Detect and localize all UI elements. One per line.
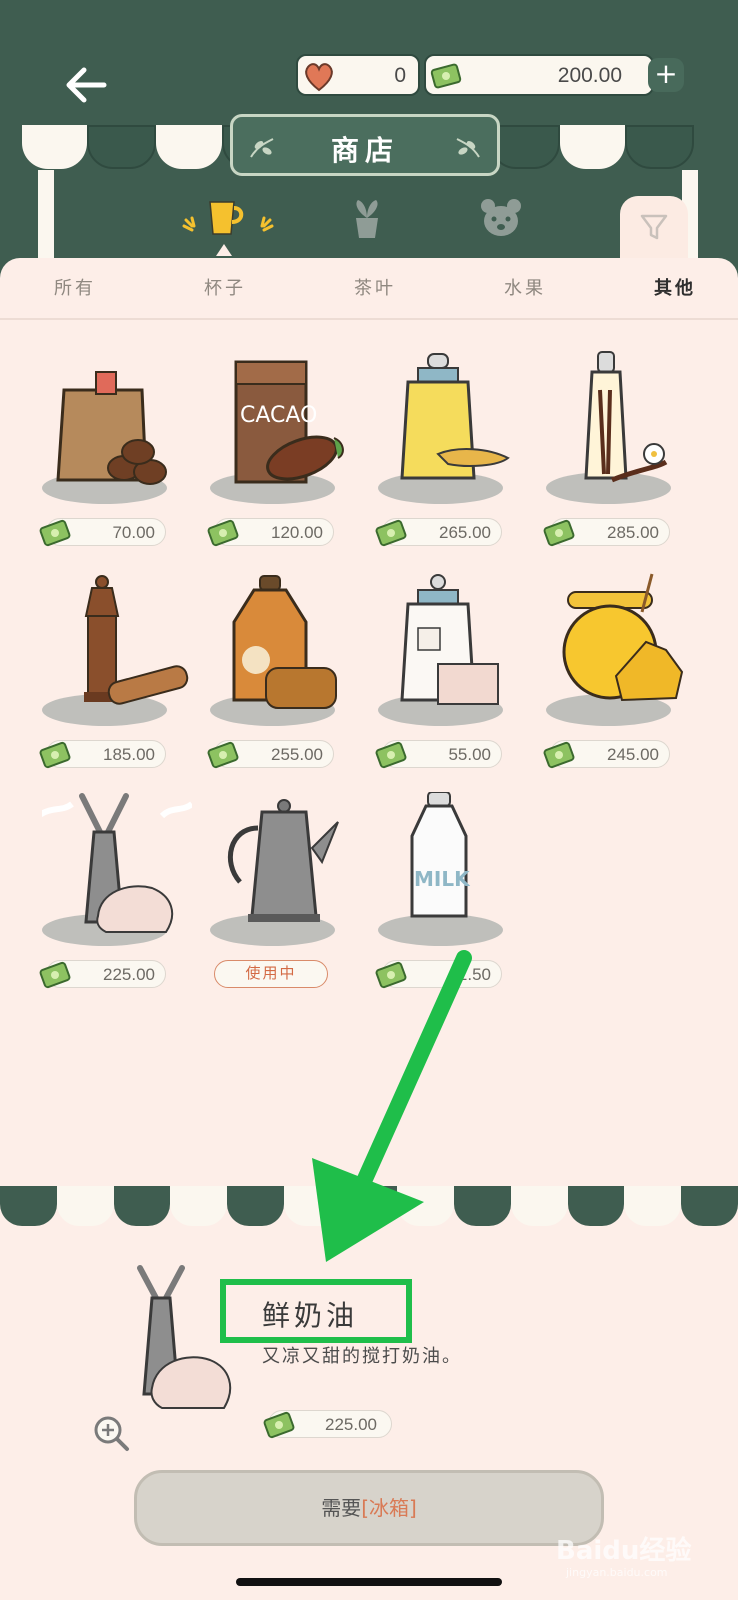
home-indicator[interactable] xyxy=(236,1578,502,1586)
sparkle-right-icon xyxy=(260,216,274,232)
bear-category-icon[interactable] xyxy=(478,196,524,242)
pepper-grinder-icon xyxy=(84,575,189,705)
coffee-kettle-icon xyxy=(227,799,339,922)
category-tabs: 所有 杯子 茶叶 水果 其他 xyxy=(0,258,738,320)
shop-item-coffee-beans[interactable]: 70.00 xyxy=(39,350,202,560)
money-bill-icon xyxy=(207,519,239,547)
filter-funnel-icon xyxy=(640,214,668,240)
ginger-jar-icon xyxy=(400,353,510,480)
maple-syrup-icon xyxy=(232,575,337,709)
item-price: 265.00 xyxy=(375,518,502,547)
cup-category-icon[interactable] xyxy=(200,196,246,242)
milk-bottle-icon: MILK xyxy=(410,792,471,918)
money-bill-icon xyxy=(39,741,71,769)
money-bill-icon xyxy=(375,741,407,769)
svg-text:MILK: MILK xyxy=(414,867,471,891)
money-bill-icon xyxy=(39,519,71,547)
money-bill-icon xyxy=(207,741,239,769)
leaf-right-icon xyxy=(456,138,480,158)
shop-item-milk[interactable]: MILK 2.50 xyxy=(375,792,538,1002)
bottom-awning xyxy=(0,1186,738,1230)
zoom-in-icon[interactable] xyxy=(92,1414,130,1452)
item-description: 又凉又甜的搅打奶油。 xyxy=(262,1346,462,1367)
shop-item-honey[interactable]: 245.00 xyxy=(543,572,706,782)
currency-bar: 0 200.00 + xyxy=(296,54,688,96)
item-price: 2.50 xyxy=(375,960,502,989)
cacao-box-icon: CACAO xyxy=(234,360,344,484)
shop-item-sugar-cubes[interactable]: 55.00 xyxy=(375,572,538,782)
coffee-beans-bag-icon xyxy=(56,371,167,485)
whipped-cream-dispenser-icon xyxy=(42,793,192,933)
tab-other[interactable]: 其他 xyxy=(654,274,696,300)
money-bill-icon xyxy=(375,519,407,547)
highlight-box xyxy=(220,1279,412,1343)
money-bill-icon xyxy=(39,961,71,989)
shop-item-maple-syrup[interactable]: 255.00 xyxy=(207,572,370,782)
item-price: 185.00 xyxy=(39,740,166,769)
shop-item-ginger[interactable]: 265.00 xyxy=(375,350,538,560)
sparkle-left-icon xyxy=(182,216,196,232)
item-price: 285.00 xyxy=(543,518,670,547)
money-bill-icon xyxy=(430,63,462,89)
money-value: 200.00 xyxy=(557,64,622,87)
title-banner: 商店 xyxy=(230,114,500,176)
money-bill-icon xyxy=(263,1411,295,1439)
selected-indicator-icon xyxy=(216,244,232,256)
tab-tea[interactable]: 茶叶 xyxy=(354,274,396,300)
item-price: 255.00 xyxy=(207,740,334,769)
shop-header: 0 200.00 + 商店 xyxy=(0,0,738,262)
watermark-url: jingyan.baidu.com xyxy=(566,1566,668,1579)
money-counter: 200.00 xyxy=(424,54,654,96)
watermark: Baidu经验 xyxy=(556,1536,692,1566)
tab-cups[interactable]: 杯子 xyxy=(204,274,246,300)
shop-item-whipped-cream[interactable]: 225.00 xyxy=(39,792,202,1002)
money-bill-icon xyxy=(543,519,575,547)
add-money-button[interactable]: + xyxy=(648,58,684,92)
shop-item-vanilla[interactable]: 285.00 xyxy=(543,350,706,560)
item-detail-price: 225.00 xyxy=(263,1410,392,1439)
tab-all[interactable]: 所有 xyxy=(54,274,96,300)
shop-panel: 所有 杯子 茶叶 水果 其他 70.00 CACAO 120.00 265.00… xyxy=(0,258,738,1188)
shop-item-coffee-kettle[interactable]: 使用中 xyxy=(210,792,370,1002)
hearts-counter: 0 xyxy=(296,54,420,96)
money-bill-icon xyxy=(375,961,407,989)
back-arrow-icon[interactable] xyxy=(60,60,110,110)
sugar-jar-icon xyxy=(400,574,499,705)
required-item: [冰箱] xyxy=(361,1496,417,1520)
require-label: 需要 xyxy=(321,1496,362,1520)
plant-category-icon[interactable] xyxy=(344,196,390,242)
shop-item-pepper-cinnamon[interactable]: 185.00 xyxy=(39,572,202,782)
svg-text:CACAO: CACAO xyxy=(240,403,317,428)
money-bill-icon xyxy=(543,741,575,769)
in-use-badge: 使用中 xyxy=(214,960,328,988)
item-price: 70.00 xyxy=(39,518,166,547)
shop-item-cacao[interactable]: CACAO 120.00 xyxy=(207,350,370,560)
vanilla-bottle-icon xyxy=(584,351,668,483)
hearts-value: 0 xyxy=(394,64,406,87)
item-price: 55.00 xyxy=(375,740,502,769)
item-price: 245.00 xyxy=(543,740,670,769)
awning-post-left xyxy=(38,170,54,260)
honey-jar-icon xyxy=(562,573,684,702)
filter-tab[interactable] xyxy=(620,196,688,262)
require-fridge-button[interactable]: 需要[冰箱] xyxy=(134,1470,604,1546)
item-price: 120.00 xyxy=(207,518,334,547)
heart-icon xyxy=(305,63,333,92)
tab-fruit[interactable]: 水果 xyxy=(504,274,546,300)
item-price: 225.00 xyxy=(39,960,166,989)
